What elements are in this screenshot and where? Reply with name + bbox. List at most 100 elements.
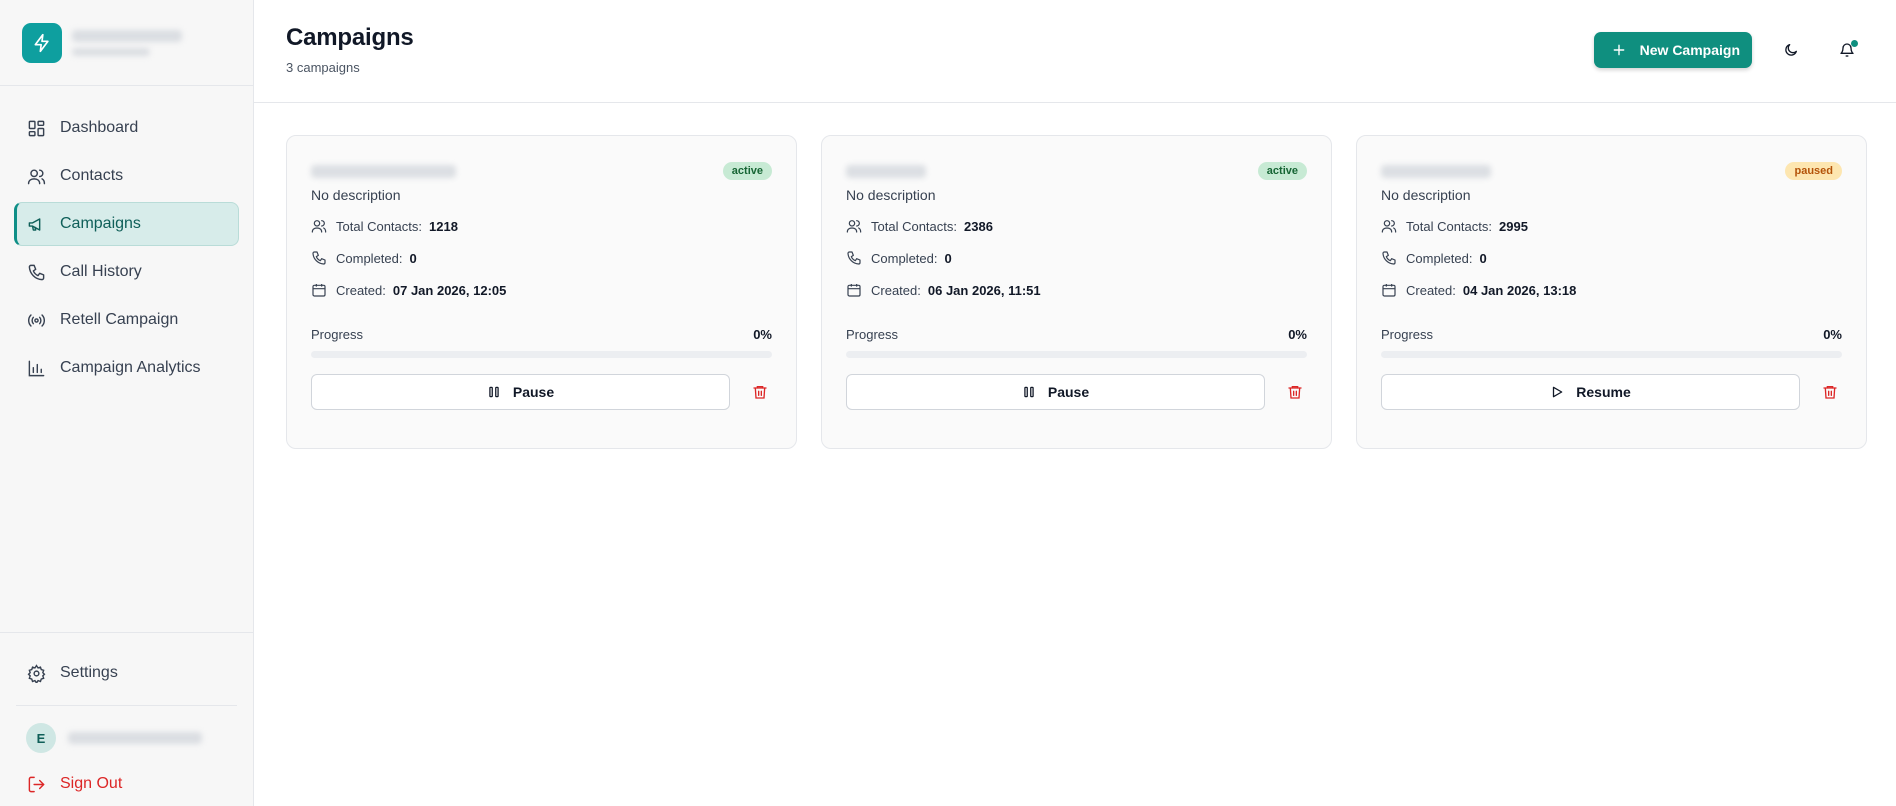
sidebar-item-label: Contacts xyxy=(60,167,124,184)
progress-label: Progress xyxy=(846,327,899,342)
total-contacts: Total Contacts: 1218 xyxy=(311,217,772,235)
sidebar-item-settings[interactable]: Settings xyxy=(14,651,239,695)
bar-chart-icon xyxy=(28,360,45,376)
sidebar-item-label: Campaigns xyxy=(60,215,141,232)
broadcast-icon xyxy=(27,313,46,327)
trash-icon xyxy=(753,386,767,399)
progress-percent: 0% xyxy=(1823,327,1842,342)
created-date: Created: 06 Jan 2026, 11:51 xyxy=(846,281,1307,299)
sidebar-footer: Settings E Sign Out xyxy=(0,632,253,806)
created-value: 06 Jan 2026, 11:51 xyxy=(927,282,1041,298)
campaign-card: active No description Total Contacts: 23… xyxy=(821,135,1332,449)
sidebar-item-campaigns[interactable]: Campaigns xyxy=(14,202,239,246)
pause-icon xyxy=(1024,386,1034,398)
sidebar-item-contacts[interactable]: Contacts xyxy=(14,154,239,198)
resume-label: Resume xyxy=(1576,384,1631,400)
users-icon xyxy=(27,168,46,184)
plus-icon xyxy=(1613,44,1625,56)
user-email-redacted xyxy=(68,732,202,744)
campaign-grid: active No description Total Contacts: 12… xyxy=(254,103,1896,449)
created-label: Created: xyxy=(336,282,386,298)
dashboard-icon xyxy=(28,120,45,136)
progress-percent: 0% xyxy=(1288,327,1307,342)
progress-percent: 0% xyxy=(753,327,772,342)
notification-dot xyxy=(1851,40,1858,47)
play-icon xyxy=(1553,386,1563,398)
pause-label: Pause xyxy=(1047,384,1090,400)
created-value: 04 Jan 2026, 13:18 xyxy=(1462,282,1577,298)
progress-bar xyxy=(311,351,772,358)
moon-icon xyxy=(1785,44,1797,56)
notifications-button[interactable] xyxy=(1830,33,1864,67)
phone-icon xyxy=(847,251,861,265)
delete-button[interactable] xyxy=(1283,380,1307,404)
sidebar-item-retell-campaign[interactable]: Retell Campaign xyxy=(14,298,239,342)
completed-count: Completed: 0 xyxy=(846,249,1307,267)
progress-label: Progress xyxy=(311,327,364,342)
status-badge: paused xyxy=(1785,162,1842,180)
theme-toggle-button[interactable] xyxy=(1774,33,1808,67)
divider xyxy=(16,705,237,706)
resume-button[interactable]: Resume xyxy=(1381,374,1800,410)
sidebar-item-label: Settings xyxy=(60,664,118,681)
header-actions: New Campaign xyxy=(1593,32,1864,68)
new-campaign-button[interactable]: New Campaign xyxy=(1593,32,1752,68)
sidebar-item-label: Call History xyxy=(60,263,142,280)
campaign-name-redacted xyxy=(311,164,456,178)
user-profile[interactable]: E xyxy=(14,718,239,758)
progress-label: Progress xyxy=(1381,327,1434,342)
campaign-description: No description xyxy=(311,187,401,203)
brand xyxy=(0,0,253,86)
brand-name-redacted xyxy=(72,29,182,56)
progress-bar xyxy=(846,351,1307,358)
pause-label: Pause xyxy=(512,384,555,400)
trash-icon xyxy=(1288,386,1302,399)
total-contacts-value: 2386 xyxy=(964,218,993,234)
sidebar-item-call-history[interactable]: Call History xyxy=(14,250,239,294)
total-contacts-label: Total Contacts: xyxy=(871,218,957,234)
phone-icon xyxy=(28,264,45,280)
pause-button[interactable]: Pause xyxy=(311,374,730,410)
gear-icon xyxy=(27,663,46,683)
delete-button[interactable] xyxy=(748,380,772,404)
sidebar-item-campaign-analytics[interactable]: Campaign Analytics xyxy=(14,346,239,390)
total-contacts-label: Total Contacts: xyxy=(336,218,422,234)
lightning-icon[interactable] xyxy=(22,22,62,63)
created-label: Created: xyxy=(1406,282,1456,298)
users-icon xyxy=(846,220,862,233)
main-panel: Campaigns 3 campaigns New Campaign activ… xyxy=(254,0,1896,806)
sign-out-label: Sign Out xyxy=(60,775,123,792)
completed-count: Completed: 0 xyxy=(311,249,772,267)
completed-value: 0 xyxy=(1479,250,1487,266)
created-date: Created: 07 Jan 2026, 12:05 xyxy=(311,281,772,299)
calendar-icon xyxy=(312,284,326,297)
created-date: Created: 04 Jan 2026, 13:18 xyxy=(1381,281,1842,299)
users-icon xyxy=(1381,220,1397,233)
sidebar-item-label: Campaign Analytics xyxy=(60,359,201,376)
created-label: Created: xyxy=(871,282,921,298)
sidebar-item-label: Dashboard xyxy=(60,119,139,136)
sign-out-button[interactable]: Sign Out xyxy=(14,762,239,806)
campaign-name-redacted xyxy=(846,164,926,178)
completed-label: Completed: xyxy=(1406,250,1473,266)
completed-count: Completed: 0 xyxy=(1381,249,1842,267)
completed-value: 0 xyxy=(409,250,417,266)
completed-label: Completed: xyxy=(871,250,938,266)
megaphone-icon xyxy=(28,217,41,231)
status-badge: active xyxy=(1257,162,1307,180)
sidebar: Dashboard Contacts Campaigns Call Histor… xyxy=(0,0,254,806)
completed-value: 0 xyxy=(944,250,952,266)
pause-button[interactable]: Pause xyxy=(846,374,1265,410)
users-icon xyxy=(311,220,327,233)
campaign-count: 3 campaigns xyxy=(286,60,360,75)
logout-icon xyxy=(28,776,45,792)
sidebar-item-dashboard[interactable]: Dashboard xyxy=(14,106,239,150)
created-value: 07 Jan 2026, 12:05 xyxy=(392,282,507,298)
total-contacts: Total Contacts: 2386 xyxy=(846,217,1307,235)
total-contacts: Total Contacts: 2995 xyxy=(1381,217,1842,235)
calendar-icon xyxy=(1382,284,1396,297)
total-contacts-label: Total Contacts: xyxy=(1406,218,1492,234)
total-contacts-value: 2995 xyxy=(1499,218,1528,234)
campaign-name-redacted xyxy=(1381,164,1491,178)
delete-button[interactable] xyxy=(1818,380,1842,404)
